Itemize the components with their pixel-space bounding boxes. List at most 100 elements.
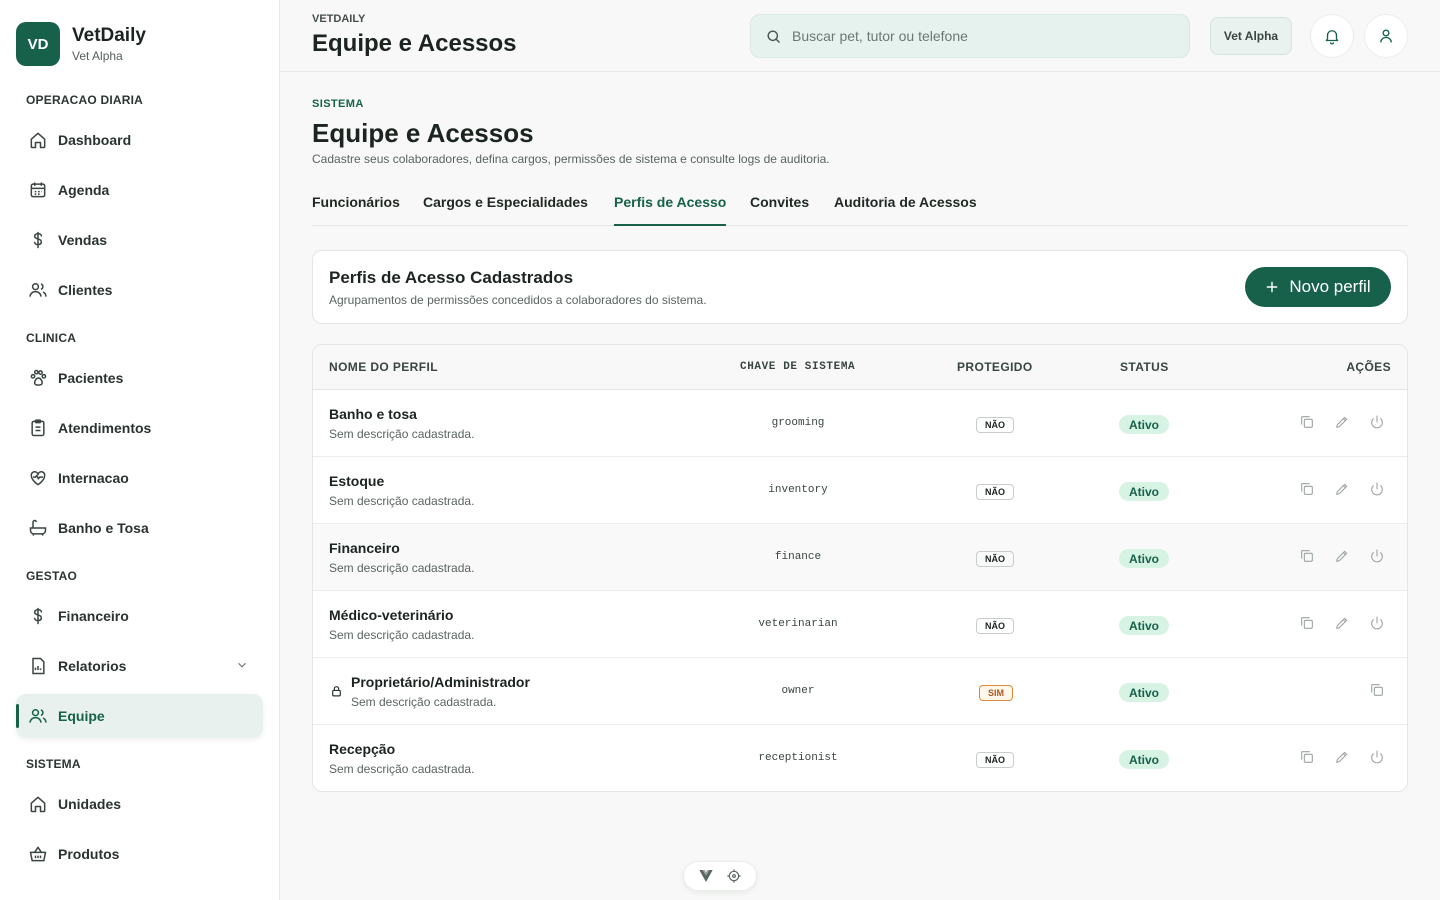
sidebar-item-agenda[interactable]: Agenda — [16, 168, 263, 212]
table-row: Proprietário/Administrador Sem descrição… — [313, 658, 1407, 725]
dollar-icon — [28, 230, 48, 250]
sidebar-item-label: Financeiro — [58, 608, 129, 624]
brand-name: VetDaily — [72, 25, 146, 46]
new-profile-button[interactable]: Novo perfil — [1245, 267, 1391, 307]
users-icon — [28, 280, 48, 300]
copy-icon[interactable] — [1299, 615, 1315, 631]
users-icon — [28, 706, 48, 726]
sidebar-item-unidades[interactable]: Unidades — [16, 782, 263, 826]
status-badge: Ativo — [1119, 750, 1169, 769]
heart-pulse-icon — [28, 468, 48, 488]
sidebar-item-financeiro[interactable]: Financeiro — [16, 594, 263, 638]
target-icon[interactable] — [726, 868, 742, 884]
profiles-card-header: Perfis de Acesso Cadastrados Agrupamento… — [312, 250, 1408, 324]
protected-badge: SIM — [979, 685, 1014, 701]
edit-icon[interactable] — [1334, 548, 1350, 564]
sidebar-item-equipe[interactable]: Equipe — [16, 694, 263, 738]
sidebar-item-atendimentos[interactable]: Atendimentos — [16, 406, 263, 450]
nav-section-operacao: OPERACAO DIARIA — [26, 93, 144, 107]
sidebar-item-dashboard[interactable]: Dashboard — [16, 118, 263, 162]
tab-cargos-especialidades[interactable]: Cargos e Especialidades — [423, 194, 588, 226]
plus-icon — [1265, 280, 1279, 294]
protected-badge: NÃO — [976, 417, 1014, 433]
sidebar-item-banho-tosa[interactable]: Banho e Tosa — [16, 506, 263, 550]
protected-badge: NÃO — [976, 752, 1014, 768]
copy-icon[interactable] — [1369, 682, 1385, 698]
power-icon[interactable] — [1369, 749, 1385, 765]
notifications-button[interactable] — [1310, 14, 1354, 58]
profile-description: Sem descrição cadastrada. — [329, 561, 475, 575]
search-input[interactable] — [792, 28, 1172, 44]
user-menu-button[interactable] — [1364, 14, 1408, 58]
sidebar-item-label: Agenda — [58, 182, 110, 198]
tab-convites[interactable]: Convites — [750, 194, 809, 226]
sidebar-item-vendas[interactable]: Vendas — [16, 218, 263, 262]
copy-icon[interactable] — [1299, 414, 1315, 430]
unit-selector-button[interactable]: Vet Alpha — [1210, 17, 1292, 55]
table-row: Recepção Sem descrição cadastrada. recep… — [313, 725, 1407, 791]
chevron-down-icon[interactable] — [235, 658, 249, 672]
profile-name: Proprietário/Administrador — [351, 674, 530, 690]
tab-auditoria-acessos[interactable]: Auditoria de Acessos — [834, 194, 977, 226]
edit-icon[interactable] — [1334, 414, 1350, 430]
vue-logo-icon[interactable] — [698, 869, 714, 883]
bath-icon — [28, 518, 48, 538]
power-icon[interactable] — [1369, 414, 1385, 430]
user-icon — [1377, 27, 1395, 45]
sidebar-item-label: Banho e Tosa — [58, 520, 149, 536]
card-title: Perfis de Acesso Cadastrados — [329, 268, 574, 287]
profile-description: Sem descrição cadastrada. — [329, 628, 475, 642]
header-name: NOME DO PERFIL — [329, 360, 438, 374]
table-row: Médico-veterinário Sem descrição cadastr… — [313, 591, 1407, 658]
tab-funcionarios[interactable]: Funcionários — [312, 194, 400, 226]
lock-icon — [330, 684, 343, 698]
power-icon[interactable] — [1369, 548, 1385, 564]
sidebar-item-label: Internacao — [58, 470, 129, 486]
sidebar-item-label: Pacientes — [58, 370, 124, 386]
tabs: Funcionários Cargos e Especialidades Per… — [312, 186, 1408, 226]
copy-icon[interactable] — [1299, 749, 1315, 765]
sidebar-item-clientes[interactable]: Clientes — [16, 268, 263, 312]
tab-perfis-acesso[interactable]: Perfis de Acesso — [614, 194, 727, 226]
status-badge: Ativo — [1119, 549, 1169, 568]
bell-icon — [1323, 27, 1341, 45]
profile-key: inventory — [768, 484, 828, 496]
protected-badge: NÃO — [976, 484, 1014, 500]
page-subtitle: Cadastre seus colaboradores, defina carg… — [312, 152, 830, 166]
profile-description: Sem descrição cadastrada. — [329, 494, 475, 508]
sidebar-item-label: Dashboard — [58, 132, 132, 148]
calendar-icon — [28, 180, 48, 200]
power-icon[interactable] — [1369, 615, 1385, 631]
floating-toolbar — [683, 861, 757, 891]
protected-badge: NÃO — [976, 618, 1014, 634]
topbar-title: Equipe e Acessos — [312, 30, 517, 57]
sidebar-item-internacao[interactable]: Internacao — [16, 456, 263, 500]
status-badge: Ativo — [1119, 683, 1169, 702]
brand[interactable]: VD VetDaily Vet Alpha — [16, 22, 146, 66]
sidebar-item-relatorios[interactable]: Relatorios — [16, 644, 263, 688]
sidebar-item-label: Relatorios — [58, 658, 127, 674]
table-row: Estoque Sem descrição cadastrada. invent… — [313, 457, 1407, 524]
brand-unit: Vet Alpha — [72, 49, 123, 63]
nav-section-gestao: GESTAO — [26, 569, 77, 583]
sidebar-item-label: Equipe — [58, 708, 105, 724]
brand-logo: VD — [16, 22, 60, 66]
profile-description: Sem descrição cadastrada. — [329, 427, 475, 441]
copy-icon[interactable] — [1299, 548, 1315, 564]
edit-icon[interactable] — [1334, 481, 1350, 497]
copy-icon[interactable] — [1299, 481, 1315, 497]
search-box[interactable] — [750, 14, 1190, 58]
edit-icon[interactable] — [1334, 615, 1350, 631]
topbar: VETDAILY Equipe e Acessos Vet Alpha — [280, 0, 1440, 72]
power-icon[interactable] — [1369, 481, 1385, 497]
sidebar-item-produtos[interactable]: Produtos — [16, 832, 263, 876]
profile-key: receptionist — [758, 752, 838, 764]
sidebar-item-label: Vendas — [58, 232, 108, 248]
sidebar-item-pacientes[interactable]: Pacientes — [16, 356, 263, 400]
edit-icon[interactable] — [1334, 749, 1350, 765]
header-protected: PROTEGIDO — [957, 360, 1033, 374]
profile-description: Sem descrição cadastrada. — [329, 762, 475, 776]
search-icon — [765, 28, 782, 45]
protected-badge: NÃO — [976, 551, 1014, 567]
paw-icon — [28, 368, 48, 388]
